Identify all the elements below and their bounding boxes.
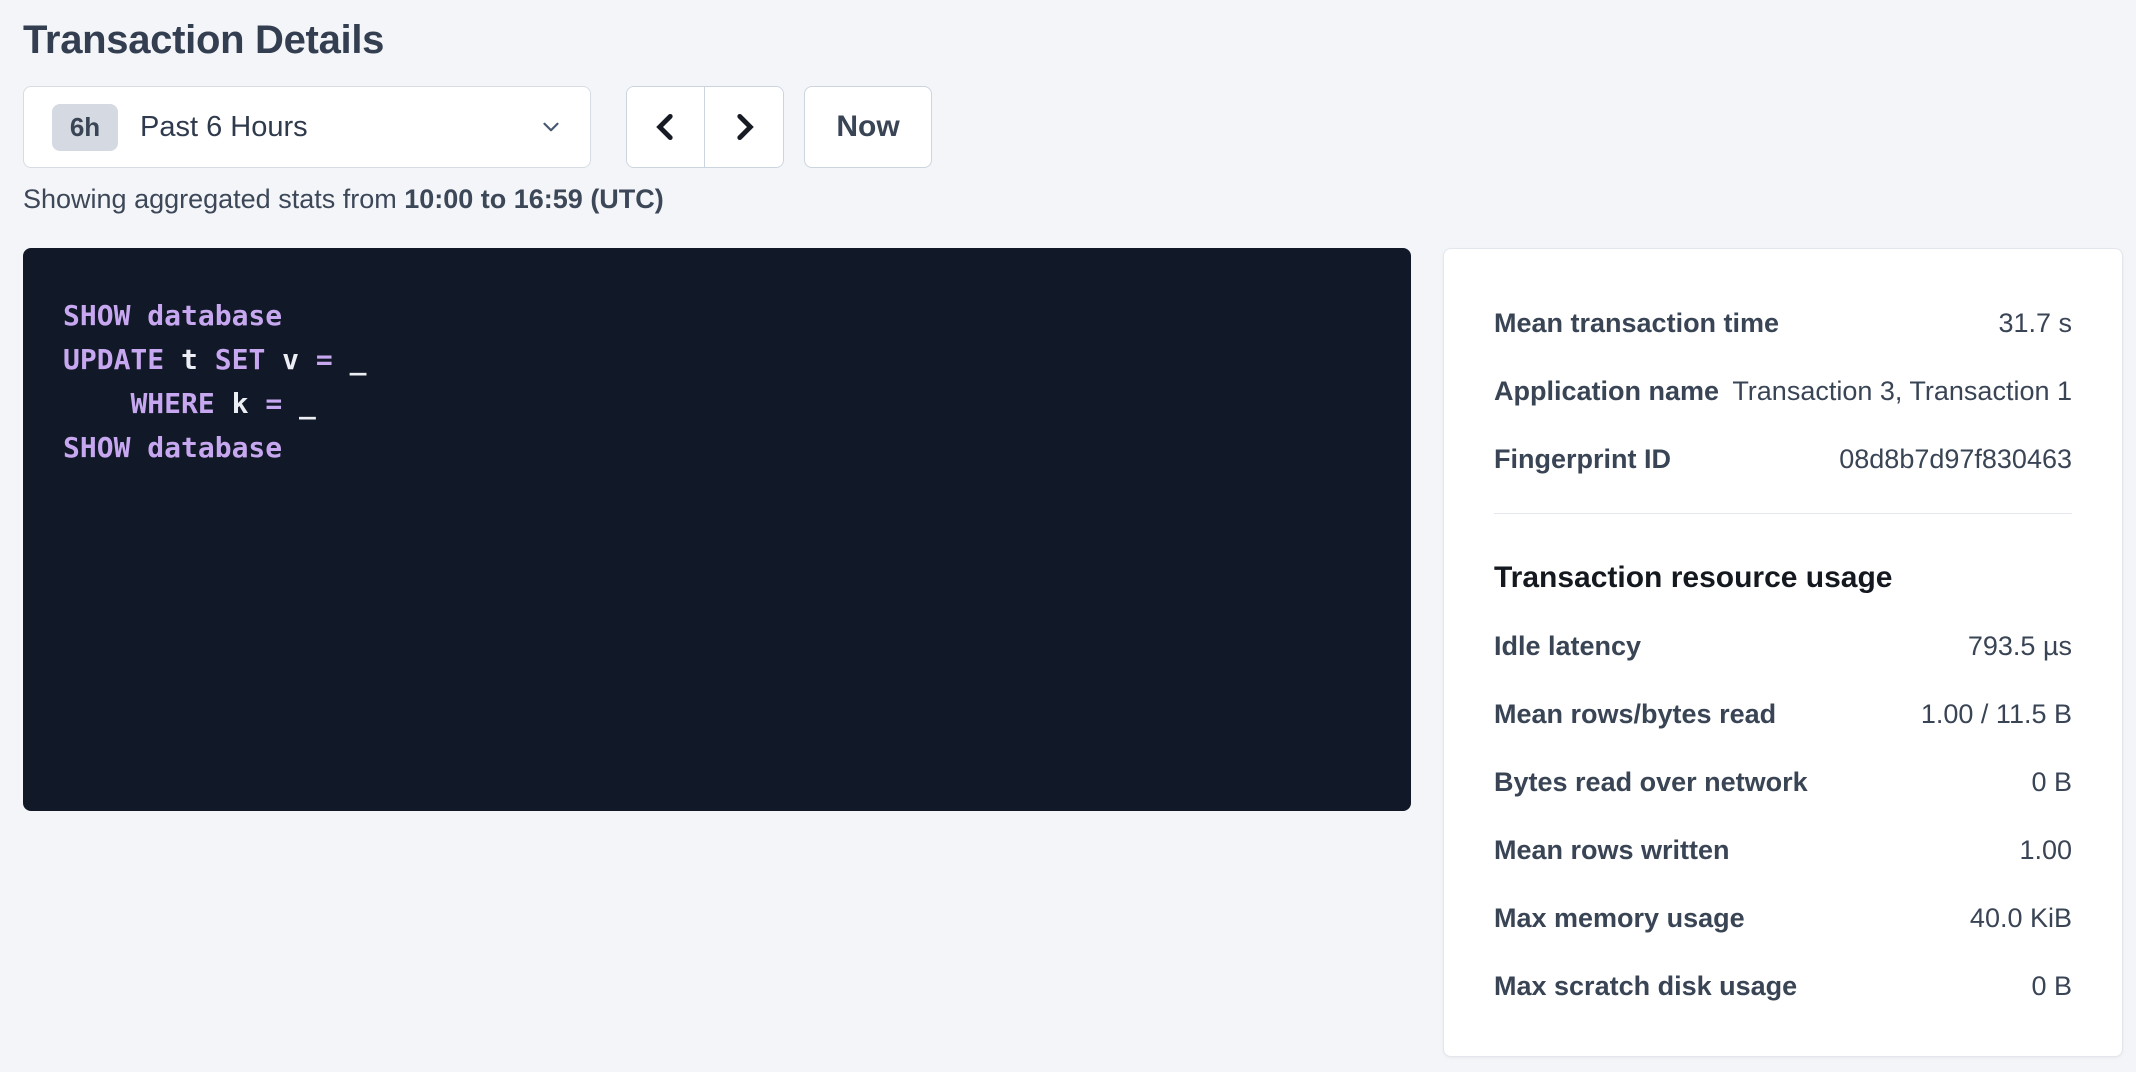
sql-token: k — [215, 387, 266, 420]
stat-row: Fingerprint ID 08d8b7d97f830463 — [1494, 425, 2072, 493]
aggregation-note: Showing aggregated stats from 10:00 to 1… — [23, 184, 2136, 215]
now-button[interactable]: Now — [804, 86, 932, 168]
resource-rows: Idle latency 793.5 µs Mean rows/bytes re… — [1494, 612, 2072, 1020]
stat-label: Mean rows/bytes read — [1494, 699, 1776, 730]
page-title: Transaction Details — [23, 16, 2136, 64]
panel-divider — [1494, 513, 2072, 514]
chevron-right-icon — [727, 110, 761, 144]
stat-value: Transaction 3, Transaction 1 — [1732, 376, 2072, 407]
sql-statement-box: SHOW database UPDATE t SET v = _ WHERE k… — [23, 248, 1411, 811]
stat-row: Application name Transaction 3, Transact… — [1494, 357, 2072, 425]
stat-value: 1.00 / 11.5 B — [1921, 699, 2072, 730]
time-pager — [626, 86, 784, 168]
sql-line: WHERE k = _ — [63, 382, 1371, 426]
transaction-summary-panel: Mean transaction time 31.7 s Application… — [1443, 248, 2123, 1057]
sql-token: t — [164, 343, 215, 376]
time-controls: 6h Past 6 Hours Now — [23, 86, 2136, 168]
aggregation-note-range: 10:00 to 16:59 (UTC) — [404, 184, 664, 214]
sql-token: = — [265, 387, 282, 420]
stat-value: 0 B — [2031, 767, 2072, 798]
chevron-down-icon — [538, 114, 564, 140]
sql-token: _ — [282, 387, 316, 420]
sql-line: SHOW database — [63, 294, 1371, 338]
aggregation-note-prefix: Showing aggregated stats from — [23, 184, 404, 214]
sql-token: UPDATE — [63, 343, 164, 376]
stat-row: Mean transaction time 31.7 s — [1494, 289, 2072, 357]
time-range-select[interactable]: 6h Past 6 Hours — [23, 86, 591, 168]
transaction-details-page: Transaction Details 6h Past 6 Hours Now … — [0, 0, 2136, 1057]
stat-label: Idle latency — [1494, 631, 1641, 662]
stat-label: Bytes read over network — [1494, 767, 1808, 798]
stat-label: Fingerprint ID — [1494, 444, 1671, 475]
stat-label: Max memory usage — [1494, 903, 1745, 934]
resource-usage-heading: Transaction resource usage — [1494, 558, 2072, 598]
stat-row: Idle latency 793.5 µs — [1494, 612, 2072, 680]
stat-label: Max scratch disk usage — [1494, 971, 1797, 1002]
stat-row: Bytes read over network 0 B — [1494, 748, 2072, 816]
time-range-badge: 6h — [52, 104, 118, 151]
stat-label: Application name — [1494, 376, 1719, 407]
sql-token — [63, 387, 130, 420]
stat-value: 793.5 µs — [1968, 631, 2072, 662]
sql-token: _ — [333, 343, 367, 376]
sql-line: UPDATE t SET v = _ — [63, 338, 1371, 382]
stat-value: 1.00 — [2019, 835, 2072, 866]
stat-row: Max scratch disk usage 0 B — [1494, 952, 2072, 1020]
stat-value: 0 B — [2031, 971, 2072, 1002]
stat-value: 08d8b7d97f830463 — [1839, 444, 2072, 475]
stat-row: Max memory usage 40.0 KiB — [1494, 884, 2072, 952]
sql-token: = — [316, 343, 333, 376]
stat-value: 40.0 KiB — [1970, 903, 2072, 934]
sql-token: SHOW database — [63, 299, 282, 332]
stat-row: Mean rows written 1.00 — [1494, 816, 2072, 884]
stat-value: 31.7 s — [1998, 308, 2072, 339]
sql-token: SHOW database — [63, 431, 282, 464]
stat-label: Mean transaction time — [1494, 308, 1779, 339]
chevron-left-icon — [649, 110, 683, 144]
prev-time-button[interactable] — [627, 87, 705, 167]
next-time-button[interactable] — [705, 87, 783, 167]
main-content: SHOW database UPDATE t SET v = _ WHERE k… — [23, 248, 2136, 1057]
sql-line: SHOW database — [63, 426, 1371, 470]
sql-token: WHERE — [130, 387, 214, 420]
sql-token: v — [265, 343, 316, 376]
stat-label: Mean rows written — [1494, 835, 1730, 866]
stat-row: Mean rows/bytes read 1.00 / 11.5 B — [1494, 680, 2072, 748]
time-range-label: Past 6 Hours — [140, 111, 538, 144]
sql-token: SET — [215, 343, 266, 376]
